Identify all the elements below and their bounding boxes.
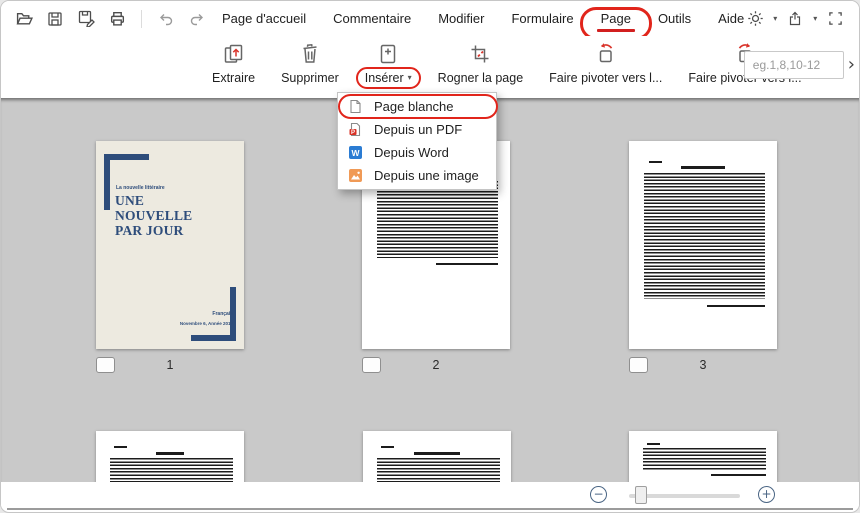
page-title-mark bbox=[681, 166, 725, 169]
page-header-mark bbox=[647, 443, 660, 445]
menu-item-depuis-un-pdf[interactable]: P Depuis un PDF bbox=[338, 118, 496, 141]
extract-pages-icon bbox=[224, 44, 242, 63]
ribbon-tabs: Page d'accueil Commentaire Modifier Form… bbox=[222, 1, 744, 40]
page-header-mark bbox=[649, 161, 662, 163]
crop-label: Rogner la page bbox=[437, 71, 524, 85]
thumbnail-meta-1: 1 bbox=[96, 357, 244, 375]
cover-kicker: La nouvelle littéraire bbox=[116, 185, 165, 191]
tab-formulaire[interactable]: Formulaire bbox=[511, 1, 573, 36]
extract-pages-button[interactable]: Extraire bbox=[199, 41, 268, 85]
pdf-editor-window: Page d'accueil Commentaire Modifier Form… bbox=[0, 0, 860, 513]
thumbnail-meta-3: 3 bbox=[629, 357, 777, 375]
page-title-mark bbox=[414, 452, 460, 455]
theme-brightness-button[interactable] bbox=[744, 8, 766, 30]
print-icon bbox=[110, 11, 124, 26]
active-tab-underline bbox=[596, 29, 635, 32]
image-file-icon bbox=[349, 169, 362, 182]
tab-page-daccueil[interactable]: Page d'accueil bbox=[222, 1, 306, 36]
share-icon bbox=[790, 11, 801, 25]
text-block bbox=[377, 181, 498, 258]
insert-label: Insérer bbox=[364, 71, 404, 85]
text-block bbox=[644, 173, 765, 299]
page-number-1: 1 bbox=[166, 358, 174, 372]
thumbnail-meta-2: 2 bbox=[362, 357, 510, 375]
zoom-slider-handle[interactable] bbox=[635, 486, 647, 504]
svg-text:W: W bbox=[351, 148, 360, 158]
toolbar-divider bbox=[141, 9, 142, 28]
open-file-button[interactable] bbox=[13, 8, 35, 30]
delete-pages-button[interactable]: Supprimer bbox=[268, 41, 352, 85]
page-number-3: 3 bbox=[699, 358, 707, 372]
quick-access-toolbar bbox=[13, 8, 208, 30]
page-header-mark bbox=[114, 446, 127, 448]
undo-icon bbox=[160, 13, 173, 25]
page-title-mark bbox=[156, 452, 184, 455]
share-button[interactable] bbox=[784, 8, 806, 30]
text-block bbox=[110, 458, 233, 482]
signature-line bbox=[707, 305, 765, 307]
cover-footer: Français Novembre 6, Année 2017 bbox=[179, 311, 233, 326]
redo-icon bbox=[190, 13, 203, 25]
theme-brightness-icon bbox=[747, 11, 763, 26]
print-button[interactable] bbox=[106, 8, 128, 30]
cover-title: UNE NOUVELLE PAR JOUR bbox=[115, 193, 193, 239]
redo-button[interactable] bbox=[186, 8, 208, 30]
delete-label: Supprimer bbox=[281, 71, 339, 85]
collapse-toolbar-button[interactable] bbox=[853, 8, 859, 30]
signature-line bbox=[436, 263, 498, 265]
rotate-left-label: Faire pivoter vers l... bbox=[549, 71, 663, 85]
zoom-out-button[interactable]: − bbox=[590, 486, 607, 503]
fullscreen-icon bbox=[828, 12, 842, 25]
text-block bbox=[643, 448, 766, 470]
insert-dropdown-menu: Page blanche P Depuis un PDF W Depuis Wo… bbox=[337, 92, 498, 190]
undo-button[interactable] bbox=[155, 8, 177, 30]
save-as-icon bbox=[78, 10, 95, 27]
window-bottom-edge bbox=[7, 508, 853, 510]
page-range-input[interactable] bbox=[743, 51, 844, 79]
blank-page-icon bbox=[350, 99, 361, 114]
page-toolbar: Extraire Supprimer Insérer ▾ Rogner la p… bbox=[1, 36, 859, 91]
word-file-icon: W bbox=[349, 146, 362, 159]
pdf-file-icon: P bbox=[349, 122, 361, 137]
save-as-button[interactable] bbox=[75, 8, 97, 30]
fullscreen-button[interactable] bbox=[824, 8, 846, 30]
crop-page-button[interactable]: Rogner la page bbox=[425, 41, 536, 85]
tab-outils[interactable]: Outils bbox=[658, 1, 691, 36]
open-folder-icon bbox=[16, 13, 33, 25]
insert-page-icon bbox=[380, 44, 396, 64]
menu-item-depuis-word[interactable]: W Depuis Word bbox=[338, 141, 496, 164]
bottom-bar: − + bbox=[1, 482, 859, 508]
tab-commentaire[interactable]: Commentaire bbox=[333, 1, 411, 36]
page-thumbnail-3[interactable] bbox=[629, 141, 777, 349]
extract-label: Extraire bbox=[212, 71, 256, 85]
crop-page-icon bbox=[471, 45, 489, 63]
save-icon bbox=[48, 11, 62, 26]
svg-text:P: P bbox=[351, 130, 355, 136]
zoom-in-button[interactable]: + bbox=[758, 486, 775, 503]
window-controls: ▾ ▾ bbox=[744, 8, 859, 30]
page-thumbnail-6[interactable] bbox=[629, 431, 777, 482]
page-thumbnail-1[interactable]: La nouvelle littéraire UNE NOUVELLE PAR … bbox=[96, 141, 244, 349]
page-header-mark bbox=[381, 446, 394, 448]
save-button[interactable] bbox=[44, 8, 66, 30]
chevron-down-icon: ▾ bbox=[813, 13, 818, 23]
chevron-down-icon: ▾ bbox=[773, 13, 778, 23]
rotate-left-button[interactable]: Faire pivoter vers l... bbox=[536, 41, 675, 85]
text-block bbox=[377, 458, 500, 482]
menu-item-depuis-une-image[interactable]: Depuis une image bbox=[338, 164, 496, 187]
expand-panel-chevron[interactable]: › bbox=[847, 56, 856, 74]
tab-aide[interactable]: Aide bbox=[718, 1, 744, 36]
page-thumbnail-4[interactable] bbox=[96, 431, 244, 482]
tab-page[interactable]: Page bbox=[579, 1, 652, 40]
chevron-down-icon: ▾ bbox=[407, 73, 412, 82]
page-thumbnail-5[interactable] bbox=[363, 431, 511, 482]
rotate-left-icon bbox=[599, 43, 612, 63]
tab-modifier[interactable]: Modifier bbox=[438, 1, 484, 36]
page-number-2: 2 bbox=[432, 358, 440, 372]
trash-icon bbox=[303, 43, 317, 63]
insert-pages-button[interactable]: Insérer ▾ bbox=[352, 41, 425, 89]
menu-item-page-blanche[interactable]: Page blanche bbox=[338, 94, 498, 119]
signature-line bbox=[711, 474, 766, 476]
menu-bar: Page d'accueil Commentaire Modifier Form… bbox=[1, 1, 859, 40]
